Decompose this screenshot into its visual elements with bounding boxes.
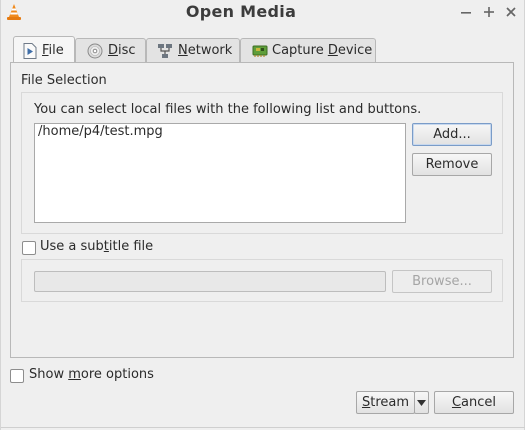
subtitle-checkbox-label[interactable]: Use a subtitle file xyxy=(40,239,153,254)
file-tab-panel: File Selection You can select local file… xyxy=(10,62,514,358)
subtitle-group: Browse... xyxy=(21,259,503,302)
stream-dropdown-button[interactable] xyxy=(414,391,429,414)
capture-card-icon xyxy=(252,43,268,59)
show-more-options-label[interactable]: Show more options xyxy=(29,367,154,382)
stream-button[interactable]: Stream xyxy=(356,391,415,414)
disc-icon xyxy=(87,43,103,59)
minimize-button[interactable] xyxy=(456,2,476,22)
title-bar: Open Media xyxy=(1,0,525,24)
browse-button[interactable]: Browse... xyxy=(392,270,492,293)
list-item[interactable]: /home/p4/test.mpg xyxy=(38,124,163,139)
file-play-icon xyxy=(23,43,39,59)
tab-network-label: Network xyxy=(178,43,233,58)
window-title: Open Media xyxy=(185,2,297,21)
cancel-button[interactable]: Cancel xyxy=(434,391,514,414)
maximize-button[interactable] xyxy=(479,2,499,22)
chevron-down-icon xyxy=(417,395,426,410)
show-more-options-checkbox[interactable] xyxy=(10,369,24,383)
network-icon xyxy=(157,43,173,59)
file-list[interactable]: /home/p4/test.mpg xyxy=(34,123,406,223)
tab-file-label: File xyxy=(42,43,64,58)
subtitle-checkbox[interactable] xyxy=(22,241,36,255)
open-media-dialog: Open Media File Disc Network Capture Dev… xyxy=(0,0,525,430)
subtitle-path-input[interactable] xyxy=(34,271,386,292)
close-button[interactable] xyxy=(501,2,521,22)
tab-disc-label: Disc xyxy=(108,43,136,58)
file-selection-title: File Selection xyxy=(21,73,107,88)
add-button[interactable]: Add... xyxy=(412,123,492,146)
tab-network[interactable]: Network xyxy=(146,38,240,62)
tab-file[interactable]: File xyxy=(13,36,75,63)
remove-button[interactable]: Remove xyxy=(412,153,492,176)
file-selection-hint: You can select local files with the foll… xyxy=(34,102,422,117)
tab-capture-device[interactable]: Capture Device xyxy=(240,38,376,62)
file-selection-group: You can select local files with the foll… xyxy=(21,92,503,234)
tab-disc[interactable]: Disc xyxy=(75,38,146,62)
tab-capture-device-label: Capture Device xyxy=(272,43,373,58)
